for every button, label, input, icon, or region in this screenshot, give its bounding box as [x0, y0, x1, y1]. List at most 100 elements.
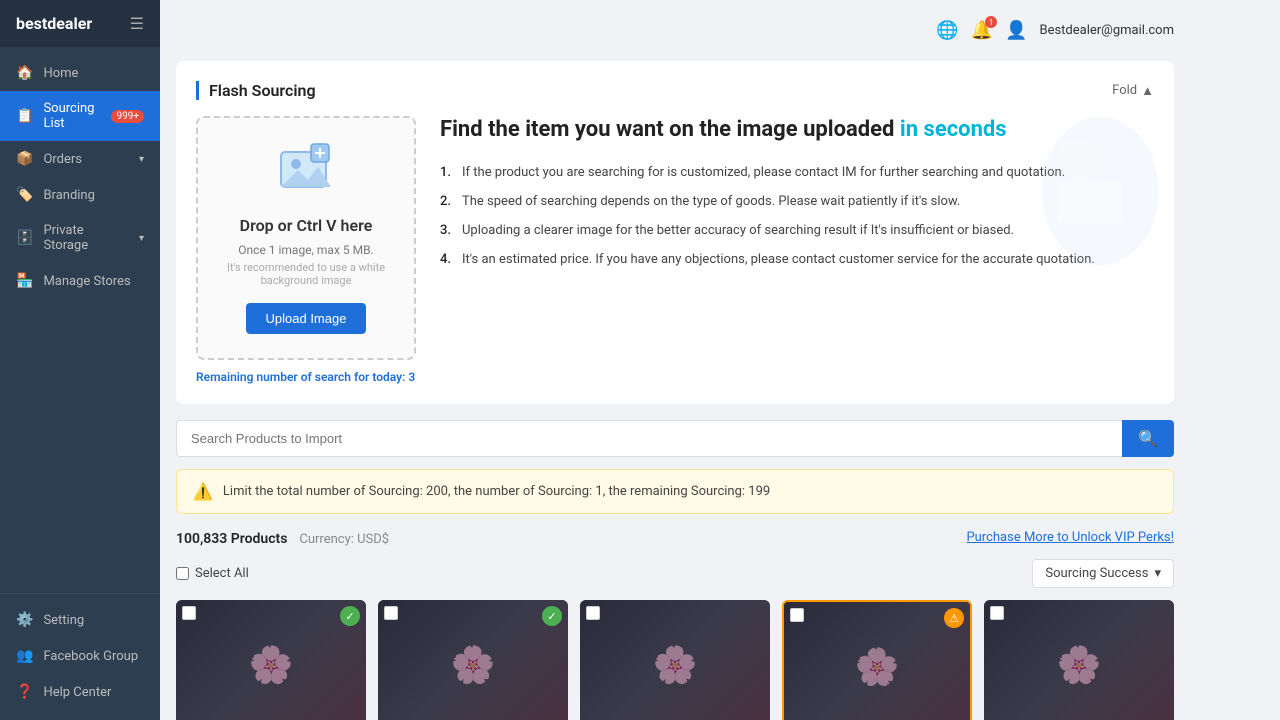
sidebar-label-facebook: Facebook Group — [43, 649, 138, 664]
setting-icon: ⚙️ — [16, 612, 33, 628]
sidebar-item-home[interactable]: 🏠 Home — [0, 55, 160, 91]
stores-icon: 🏪 — [16, 273, 33, 289]
heading-main: Find the item you want on the image uplo… — [440, 117, 894, 142]
storage-chevron-icon: ▾ — [139, 233, 144, 244]
product-image-2: ✓ 🌸 — [378, 600, 568, 720]
product-status-badge-1: ✓ — [340, 606, 360, 626]
logo-text: bestdealer — [16, 14, 92, 33]
product-image-1: ✓ 🌸 — [176, 600, 366, 720]
fold-label: Fold — [1112, 83, 1137, 98]
hamburger-icon[interactable]: ☰ — [130, 14, 144, 33]
orders-icon: 📦 — [16, 151, 33, 167]
flash-sourcing-title: Flash Sourcing — [196, 81, 316, 100]
products-count: 100,833 Products — [176, 531, 287, 547]
product-image-5: 🌸 — [984, 600, 1174, 720]
sourcing-success-dropdown[interactable]: Sourcing Success ▾ — [1032, 559, 1174, 588]
facebook-icon: 👥 — [16, 648, 33, 664]
warning-banner: ⚠️ Limit the total number of Sourcing: 2… — [176, 469, 1174, 514]
product-card-1[interactable]: ✓ 🌸 Five-color highlight powder — [176, 600, 366, 720]
remaining-label: Remaining number of search for today: — [196, 370, 405, 384]
search-button[interactable]: 🔍 — [1122, 420, 1174, 457]
vip-link[interactable]: Purchase More to Unlock VIP Perks! — [966, 530, 1174, 545]
drop-zone-note: It's recommended to use a white backgrou… — [214, 261, 398, 287]
sidebar: bestdealer ☰ 🏠 Home 📋 Sourcing List 999+… — [0, 0, 160, 720]
sidebar-label-stores: Manage Stores — [43, 274, 130, 289]
fold-button[interactable]: Fold ▲ — [1112, 83, 1154, 99]
product-checkbox-2[interactable] — [384, 606, 398, 620]
instruction-text-2: The speed of searching depends on the ty… — [462, 194, 960, 209]
product-checkbox-1[interactable] — [182, 606, 196, 620]
product-status-badge-2: ✓ — [542, 606, 562, 626]
sidebar-label-branding: Branding — [43, 188, 94, 203]
home-icon: 🏠 — [16, 65, 33, 81]
currency-label: Currency: USD$ — [299, 532, 389, 547]
product-checkbox-5[interactable] — [990, 606, 1004, 620]
user-email: Bestdealer@gmail.com — [1039, 23, 1174, 38]
sidebar-label-storage: Private Storage — [43, 223, 129, 253]
sidebar-bottom: ⚙️ Setting 👥 Facebook Group ❓ Help Cente… — [0, 593, 160, 720]
decoration-illustration — [994, 106, 1164, 276]
heading-highlight: in seconds — [900, 117, 1007, 142]
sidebar-item-sourcing-list[interactable]: 📋 Sourcing List 999+ — [0, 91, 160, 141]
product-image-3: 🌸 — [580, 600, 770, 720]
remaining-count: 3 — [408, 370, 415, 384]
flash-sourcing-header: Flash Sourcing Fold ▲ — [196, 81, 1154, 100]
product-card-3[interactable]: 🌸 Five-color highlight powder — [580, 600, 770, 720]
search-bar-row: 🔍 — [176, 420, 1174, 457]
sidebar-label-sourcing-list: Sourcing List — [43, 101, 101, 131]
drop-zone[interactable]: Drop or Ctrl V here Once 1 image, max 5 … — [196, 116, 416, 360]
sidebar-item-private-storage[interactable]: 🗄️ Private Storage ▾ — [0, 213, 160, 263]
sidebar-item-help-center[interactable]: ❓ Help Center — [0, 674, 160, 710]
upload-image-button[interactable]: Upload Image — [246, 303, 367, 334]
warning-icon: ⚠️ — [193, 482, 213, 501]
user-icon: 👤 — [1005, 20, 1027, 41]
fold-chevron-icon: ▲ — [1141, 83, 1154, 99]
warning-message: Limit the total number of Sourcing: 200,… — [223, 484, 770, 499]
flash-sourcing-card: Flash Sourcing Fold ▲ — [176, 61, 1174, 404]
dropdown-chevron-icon: ▾ — [1154, 566, 1161, 581]
product-card-5[interactable]: 🌸 Five-color highlight powder — [984, 600, 1174, 720]
remaining-searches: Remaining number of search for today: 3 — [196, 370, 1154, 384]
sourcing-dropdown-label: Sourcing Success — [1045, 566, 1148, 581]
sidebar-item-facebook-group[interactable]: 👥 Facebook Group — [0, 638, 160, 674]
search-input[interactable] — [176, 420, 1122, 457]
sidebar-label-home: Home — [43, 66, 78, 81]
drop-zone-sub: Once 1 image, max 5 MB. — [238, 243, 373, 257]
sidebar-nav: 🏠 Home 📋 Sourcing List 999+ 📦 Orders ▾ 🏷… — [0, 47, 160, 593]
sidebar-item-orders[interactable]: 📦 Orders ▾ — [0, 141, 160, 177]
flash-sourcing-body: Drop or Ctrl V here Once 1 image, max 5 … — [196, 116, 1154, 360]
logo-area: bestdealer ☰ — [0, 0, 160, 47]
products-count-area: 100,833 Products Currency: USD$ — [176, 528, 389, 547]
sidebar-item-branding[interactable]: 🏷️ Branding — [0, 177, 160, 213]
sidebar-item-manage-stores[interactable]: 🏪 Manage Stores — [0, 263, 160, 299]
sidebar-label-help: Help Center — [43, 685, 111, 700]
product-checkbox-4[interactable] — [790, 608, 804, 622]
product-grid: ✓ 🌸 Five-color highlight powder ✓ 🌸 Five… — [176, 600, 1174, 720]
product-card-2[interactable]: ✓ 🌸 Five-color highlight powder — [378, 600, 568, 720]
orders-chevron-icon: ▾ — [139, 154, 144, 165]
sidebar-item-setting[interactable]: ⚙️ Setting — [0, 602, 160, 638]
storage-icon: 🗄️ — [16, 230, 33, 246]
select-all-text: Select All — [195, 566, 249, 581]
sourcing-badge: 999+ — [111, 110, 144, 123]
branding-icon: 🏷️ — [16, 187, 33, 203]
instruction-text-3: Uploading a clearer image for the better… — [462, 223, 1014, 238]
select-all-checkbox[interactable] — [176, 567, 189, 580]
globe-icon[interactable]: 🌐 — [936, 20, 958, 41]
bell-icon[interactable]: 🔔 1 — [971, 20, 993, 41]
select-row: Select All Sourcing Success ▾ — [176, 559, 1174, 588]
help-icon: ❓ — [16, 684, 33, 700]
products-header: 100,833 Products Currency: USD$ Purchase… — [176, 528, 1174, 547]
product-image-4: ⚠ 🌸 — [784, 602, 970, 720]
product-checkbox-3[interactable] — [586, 606, 600, 620]
product-card-4[interactable]: ⚠ 🌸 Five-color highlight powder — [782, 600, 972, 720]
image-upload-icon — [276, 142, 336, 204]
search-icon: 🔍 — [1138, 431, 1158, 448]
sourcing-list-icon: 📋 — [16, 108, 33, 124]
instructions-panel: Find the item you want on the image uplo… — [440, 116, 1154, 360]
instruction-text-1: If the product you are searching for is … — [462, 165, 1065, 180]
select-all-label[interactable]: Select All — [176, 566, 249, 581]
sidebar-label-orders: Orders — [43, 152, 82, 167]
drop-zone-title: Drop or Ctrl V here — [240, 216, 373, 235]
product-status-badge-4: ⚠ — [944, 608, 964, 628]
